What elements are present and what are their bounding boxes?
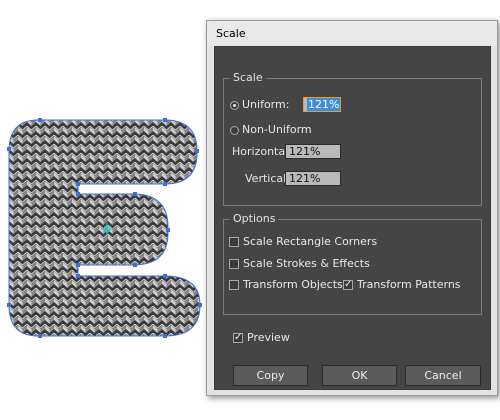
horizontal-label: Horizontal: [232, 145, 292, 158]
scale-dialog: Scale Scale Uniform: 121% Non-Uniform Ho… [206, 20, 498, 396]
scale-rectangle-corners-label[interactable]: Scale Rectangle Corners [243, 235, 377, 249]
scale-group: Scale Uniform: 121% Non-Uniform Horizont… [223, 71, 482, 206]
cancel-button[interactable]: Cancel [405, 365, 481, 386]
uniform-radio[interactable] [230, 101, 239, 110]
transform-objects-label[interactable]: Transform Objects [243, 278, 343, 292]
transform-patterns-label[interactable]: Transform Patterns [357, 278, 461, 292]
preview-label[interactable]: Preview [247, 331, 290, 345]
ok-button[interactable]: OK [322, 365, 397, 386]
scale-strokes-effects-label[interactable]: Scale Strokes & Effects [243, 257, 370, 271]
uniform-label[interactable]: Uniform: [242, 98, 289, 112]
vertical-label: Vertical: [245, 172, 290, 185]
horizontal-input[interactable]: 121% [285, 144, 341, 159]
transform-patterns-checkbox[interactable]: ✓ [343, 280, 353, 290]
letter-e-artwork[interactable] [0, 0, 210, 420]
scale-strokes-effects-checkbox[interactable] [229, 259, 239, 269]
non-uniform-radio[interactable] [230, 126, 239, 135]
preview-checkbox[interactable]: ✓ [233, 333, 243, 343]
dialog-body: Scale Uniform: 121% Non-Uniform Horizont… [214, 46, 491, 390]
uniform-input[interactable]: 121% [303, 97, 341, 112]
options-group-label: Options [230, 212, 279, 226]
vertical-input[interactable]: 121% [285, 171, 341, 186]
uniform-value: 121% [307, 98, 341, 111]
dialog-title: Scale [207, 21, 497, 46]
non-uniform-label[interactable]: Non-Uniform [242, 123, 312, 137]
transform-objects-checkbox[interactable] [229, 280, 239, 290]
scale-group-label: Scale [230, 71, 266, 85]
scale-rectangle-corners-checkbox[interactable] [229, 237, 239, 247]
options-group: Options Scale Rectangle Corners Scale St… [223, 212, 482, 315]
copy-button[interactable]: Copy [233, 365, 308, 386]
